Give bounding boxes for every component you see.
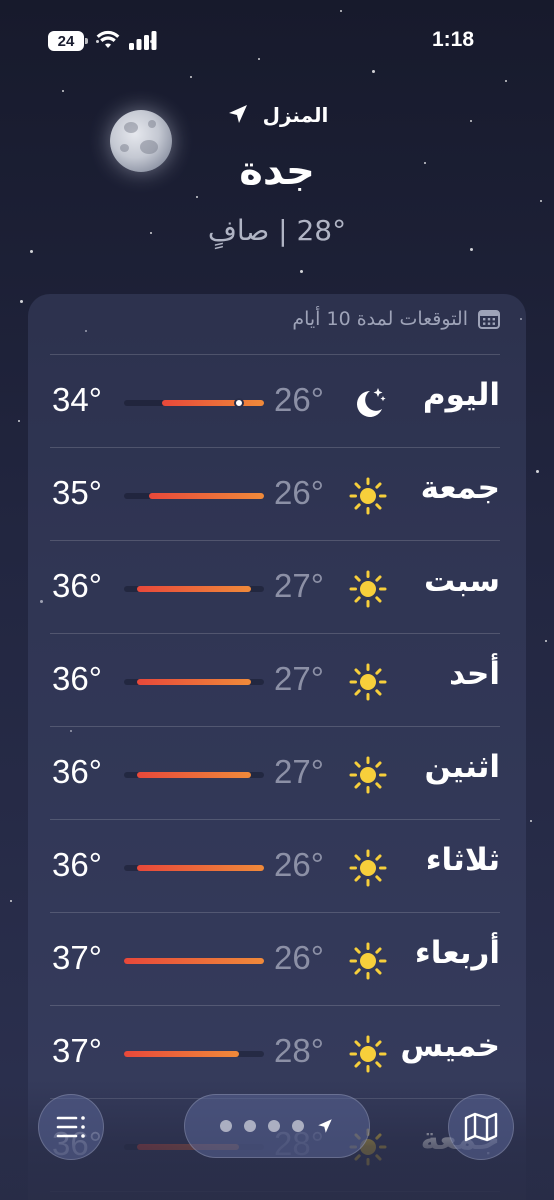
status-time: 1:18	[431, 28, 474, 51]
star	[530, 820, 532, 822]
day-label: أربعاء	[414, 935, 500, 971]
low-temp: 26°	[274, 846, 324, 883]
star	[505, 80, 507, 82]
sun-icon	[349, 756, 387, 794]
temperature-range-bar	[124, 679, 264, 685]
star	[470, 248, 473, 251]
low-temp: 28°	[274, 1032, 324, 1069]
temperature-range-bar	[124, 865, 264, 871]
battery-indicator: 24	[48, 31, 88, 51]
low-temp: 27°	[274, 660, 324, 697]
high-temp: 37°	[52, 939, 102, 976]
map-button[interactable]	[448, 1094, 514, 1160]
forecast-row[interactable]: أربعاء 26° 37°	[28, 913, 526, 1006]
ten-day-forecast-card[interactable]: التوقعات لمدة 10 أيام اليوم 26° 34° جمعة 26°…	[28, 294, 526, 1200]
map-icon	[464, 1112, 498, 1142]
star	[20, 300, 23, 303]
forecast-card-header: التوقعات لمدة 10 أيام	[292, 308, 500, 330]
current-conditions: 28° | صافٍ	[207, 214, 347, 247]
forecast-row[interactable]: أحد 27° 36°	[28, 634, 526, 727]
day-label: اثنين	[424, 749, 500, 785]
temperature-range-bar	[124, 772, 264, 778]
cellular-signal-icon	[129, 31, 157, 50]
moon-stars-icon	[357, 388, 386, 417]
temperature-range-fill	[149, 493, 264, 499]
star	[545, 640, 547, 642]
calendar-icon	[478, 310, 500, 329]
temperature-range-fill	[136, 586, 252, 592]
high-temp: 36°	[52, 846, 102, 883]
temperature-range-fill	[124, 958, 264, 964]
page-dot[interactable]	[292, 1120, 304, 1132]
location-label: المنزل	[0, 102, 554, 127]
sun-icon	[349, 477, 387, 515]
forecast-row[interactable]: جمعة 26° 35°	[28, 448, 526, 541]
forecast-row[interactable]: ثلاثاء 26° 36°	[28, 820, 526, 913]
location-label-text: المنزل	[262, 103, 329, 127]
sun-icon	[349, 663, 387, 701]
star	[30, 250, 33, 253]
star	[300, 270, 303, 273]
low-temp: 27°	[274, 753, 324, 790]
forecast-row[interactable]: اليوم 26° 34°	[28, 355, 526, 448]
day-label: جمعة	[420, 470, 500, 506]
page-indicator[interactable]	[184, 1094, 370, 1158]
temperature-range-bar	[124, 958, 264, 964]
page-dot[interactable]	[220, 1120, 232, 1132]
temperature-range-fill	[136, 679, 252, 685]
forecast-title: التوقعات لمدة 10 أيام	[292, 308, 468, 330]
temperature-range-bar	[124, 398, 264, 408]
current-location-arrow-icon[interactable]	[316, 1117, 334, 1135]
star	[536, 470, 539, 473]
forecast-row[interactable]: اثنين 27° 36°	[28, 727, 526, 820]
temperature-range-bar	[124, 586, 264, 592]
location-arrow-icon	[228, 105, 247, 123]
sun-icon	[349, 1035, 387, 1073]
high-temp: 37°	[52, 1032, 102, 1069]
sun-icon	[349, 942, 387, 980]
status-bar: 24 1:18	[0, 0, 554, 80]
star	[18, 420, 20, 422]
star	[196, 196, 198, 198]
current-temp-marker	[233, 398, 244, 408]
temperature-range-fill	[124, 1051, 239, 1057]
low-temp: 26°	[274, 939, 324, 976]
city-name: جدة	[239, 148, 315, 194]
day-label: سبت	[424, 563, 500, 599]
temperature-range-fill	[162, 400, 264, 406]
day-label: أحد	[449, 656, 500, 692]
temperature-range-bar	[124, 493, 264, 499]
locations-list-button[interactable]	[38, 1094, 104, 1160]
low-temp: 26°	[274, 381, 324, 418]
high-temp: 36°	[52, 753, 102, 790]
star	[62, 90, 64, 92]
high-temp: 36°	[52, 567, 102, 604]
day-label: خميس	[400, 1028, 500, 1064]
sun-icon	[349, 849, 387, 887]
day-label: اليوم	[422, 377, 500, 413]
page-dot[interactable]	[268, 1120, 280, 1132]
high-temp: 34°	[52, 381, 102, 418]
temperature-range-bar	[124, 1051, 264, 1057]
low-temp: 27°	[274, 567, 324, 604]
page-dot[interactable]	[244, 1120, 256, 1132]
wifi-icon	[96, 30, 120, 48]
high-temp: 35°	[52, 474, 102, 511]
temperature-range-fill	[136, 865, 264, 871]
star	[540, 200, 542, 202]
sun-icon	[349, 570, 387, 608]
star	[10, 900, 12, 902]
low-temp: 26°	[274, 474, 324, 511]
forecast-row[interactable]: سبت 27° 36°	[28, 541, 526, 634]
temperature-range-fill	[136, 772, 252, 778]
high-temp: 36°	[52, 660, 102, 697]
day-label: ثلاثاء	[425, 842, 500, 878]
list-icon	[56, 1116, 85, 1138]
